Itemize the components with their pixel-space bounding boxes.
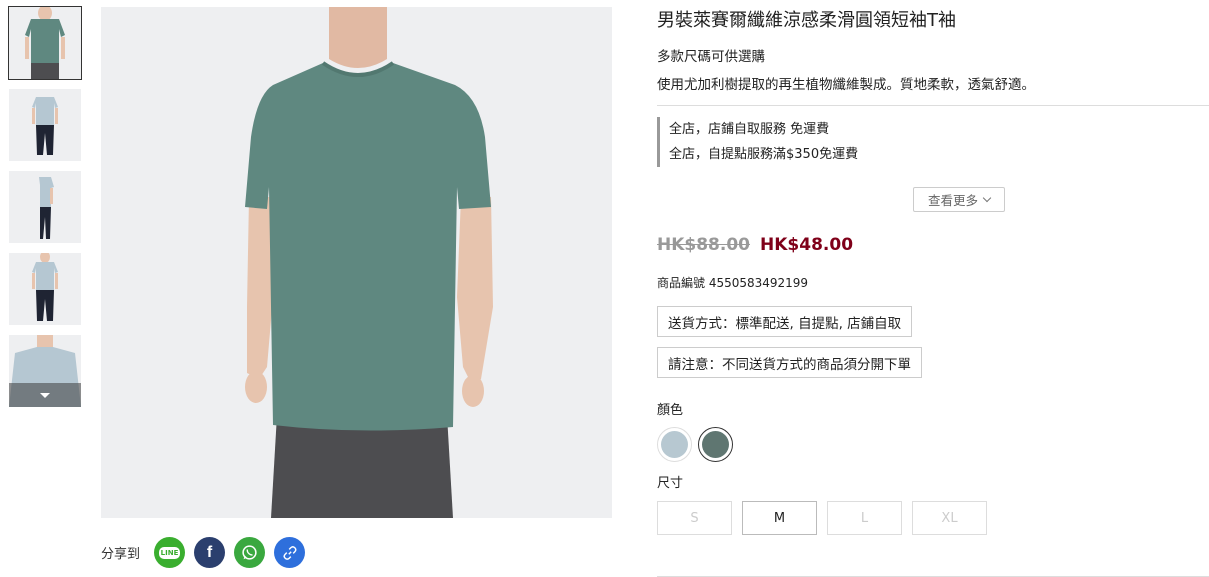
caret-down-icon	[40, 392, 50, 398]
size-option-m[interactable]: M	[742, 501, 817, 535]
divider	[657, 105, 1209, 106]
share-label: 分享到	[101, 547, 141, 562]
promo-item: 全店，店鋪自取服務 免運費	[669, 122, 830, 137]
thumbnail-scroll-down-button[interactable]	[9, 383, 81, 407]
color-swatch-green[interactable]	[698, 427, 733, 462]
share-facebook-button[interactable]: f	[194, 537, 226, 568]
main-product-image	[101, 7, 612, 518]
thumbnail-gallery	[8, 6, 82, 417]
share-copy-link-button[interactable]	[274, 537, 306, 568]
thumbnail-4[interactable]	[9, 253, 81, 325]
thumbnail-image	[9, 171, 81, 243]
size-option-label: L	[860, 510, 869, 526]
thumbnail-image	[9, 253, 81, 325]
size-option-label: XL	[941, 510, 958, 526]
chevron-down-icon	[982, 193, 992, 203]
share-bar: 分享到 LINE f	[101, 537, 314, 568]
color-swatch-light-blue[interactable]	[657, 427, 692, 462]
size-option-xl[interactable]: XL	[912, 501, 987, 535]
sale-price: HK$48.00	[760, 235, 854, 255]
thumbnail-image	[9, 7, 81, 79]
thumbnail-1[interactable]	[8, 6, 82, 80]
line-icon: LINE	[158, 546, 181, 559]
size-option-s[interactable]: S	[657, 501, 732, 535]
delivery-notice-box: 請注意：不同送貨方式的商品須分開下單	[657, 347, 922, 378]
promo-item: 全店，自提點服務滿$350免運費	[669, 147, 859, 162]
size-option-label: M	[773, 510, 786, 526]
see-more-label: 查看更多	[927, 193, 978, 208]
swatch-color	[661, 431, 688, 458]
product-sku: 商品編號 4550583492199	[657, 276, 809, 290]
product-subtitle: 多款尺碼可供選購	[657, 49, 765, 65]
size-label: 尺寸	[657, 476, 684, 491]
facebook-icon: f	[206, 543, 213, 561]
share-whatsapp-button[interactable]	[234, 537, 266, 568]
promo-list: 全店，店鋪自取服務 免運費 全店，自提點服務滿$350免運費	[657, 117, 858, 167]
share-line-button[interactable]: LINE	[154, 537, 186, 568]
thumbnail-3[interactable]	[9, 171, 81, 243]
original-price: HK$88.00	[657, 235, 751, 255]
see-more-button[interactable]: 查看更多	[913, 187, 1005, 212]
size-option-label: S	[690, 510, 699, 526]
thumbnail-image	[9, 89, 81, 161]
thumbnail-5[interactable]	[9, 335, 81, 407]
product-description: 使用尤加利樹提取的再生植物纖維製成。質地柔軟，透氣舒適。	[657, 77, 1035, 93]
delivery-methods-box: 送貨方式：標準配送, 自提點, 店鋪自取	[657, 306, 913, 337]
product-photo	[101, 7, 612, 518]
product-title: 男裝萊賽爾纖維涼感柔滑圓領短袖T袖	[657, 10, 956, 31]
size-option-l[interactable]: L	[827, 501, 902, 535]
whatsapp-icon	[242, 545, 257, 560]
link-icon	[283, 545, 297, 560]
color-label: 顏色	[657, 403, 684, 418]
swatch-color	[702, 431, 729, 458]
thumbnail-2[interactable]	[9, 89, 81, 161]
price-block: HK$88.00 HK$48.00	[657, 235, 853, 255]
